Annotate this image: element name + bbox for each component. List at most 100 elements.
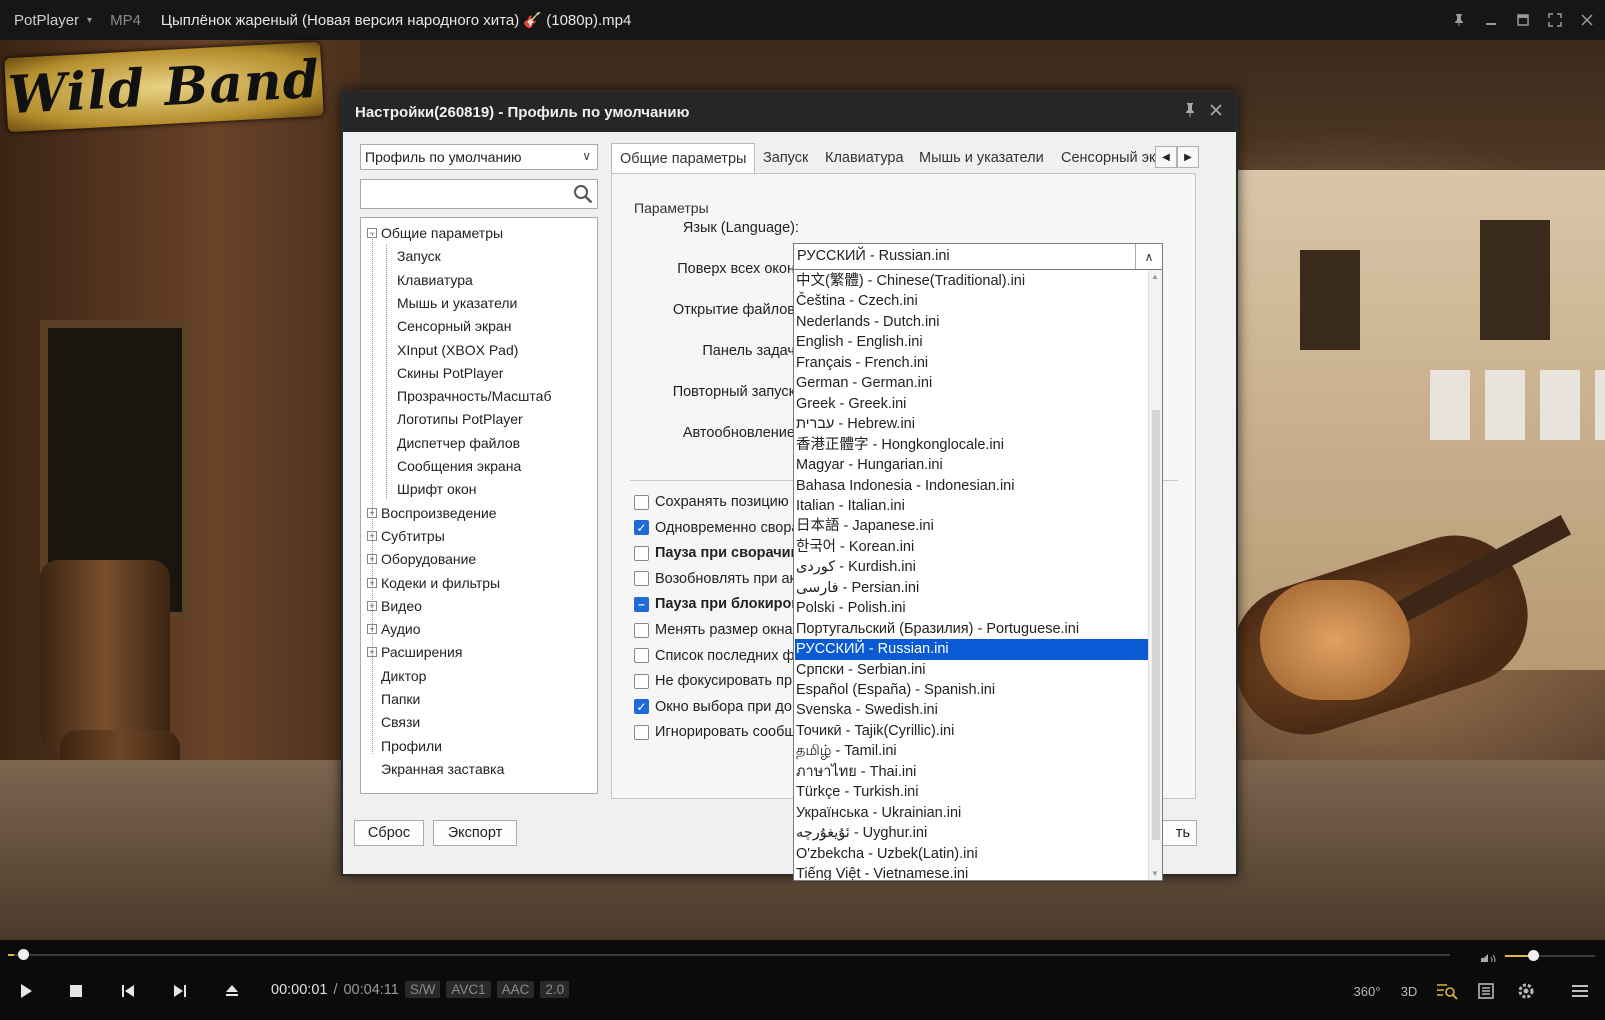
search-input[interactable]: [360, 179, 598, 209]
language-option[interactable]: Türkçe - Turkish.ini: [795, 782, 1150, 803]
tree-item[interactable]: Скины PotPlayer: [397, 362, 503, 384]
vr-360-icon[interactable]: 360°: [1352, 980, 1382, 1002]
checkbox-unchecked-icon[interactable]: [634, 673, 649, 689]
eject-icon[interactable]: [220, 980, 244, 1002]
language-option[interactable]: Greek - Greek.ini: [795, 394, 1150, 415]
language-option[interactable]: ئۇيغۇرچە - Uyghur.ini: [795, 823, 1150, 844]
language-option[interactable]: فارسی - Persian.ini: [795, 578, 1150, 599]
tree-item[interactable]: − Общие параметры: [367, 222, 503, 244]
decoder-tag[interactable]: S/W: [404, 981, 441, 998]
language-option[interactable]: German - German.ini: [795, 373, 1150, 394]
settings-tab[interactable]: Клавиатура: [825, 143, 904, 173]
tree-item[interactable]: + Воспроизведение: [367, 502, 497, 524]
close-icon[interactable]: [1579, 12, 1595, 28]
settings-tab[interactable]: Сенсорный эк: [1061, 143, 1155, 173]
tree-item[interactable]: + Видео: [367, 595, 422, 617]
tree-item[interactable]: Диспетчер файлов: [397, 432, 520, 454]
language-option[interactable]: English - English.ini: [795, 332, 1150, 353]
language-option[interactable]: Tiếng Việt - Vietnamese.ini: [795, 864, 1150, 880]
language-option[interactable]: 香港正體字 - Hongkonglocale.ini: [795, 435, 1150, 456]
scrollbar-thumb[interactable]: [1152, 410, 1160, 840]
tree-item[interactable]: Сенсорный экран: [397, 315, 511, 337]
play-icon[interactable]: [14, 980, 38, 1002]
settings-tab[interactable]: Запуск: [763, 143, 808, 173]
checkbox-unchecked-icon[interactable]: [634, 571, 649, 587]
seek-track[interactable]: [8, 954, 1450, 956]
language-option[interactable]: Français - French.ini: [795, 353, 1150, 374]
language-option[interactable]: Португальский (Бразилия) - Portuguese.in…: [795, 619, 1150, 640]
language-option[interactable]: O'zbekcha - Uzbek(Latin).ini: [795, 844, 1150, 865]
language-option[interactable]: 日本語 - Japanese.ini: [795, 516, 1150, 537]
tree-item[interactable]: Прозрачность/Масштаб: [397, 385, 551, 407]
tree-item[interactable]: + Кодеки и фильтры: [367, 572, 500, 594]
seek-handle[interactable]: [17, 949, 29, 960]
checkbox-unchecked-icon[interactable]: [634, 724, 649, 740]
tree-item[interactable]: Логотипы PotPlayer: [397, 408, 523, 430]
option-checkbox[interactable]: Пауза при сворачив: [634, 542, 804, 564]
profile-select[interactable]: Профиль по умолчанию ∨: [360, 144, 598, 170]
checkbox-unchecked-icon[interactable]: [634, 494, 649, 510]
pin-icon[interactable]: [1182, 102, 1198, 123]
menu-icon[interactable]: [1568, 980, 1592, 1002]
option-checkbox[interactable]: Возобновлять при ак: [634, 568, 804, 590]
stop-icon[interactable]: [64, 980, 88, 1002]
tree-item[interactable]: + Оборудование: [367, 548, 476, 570]
language-option[interactable]: தமிழ் - Tamil.ini: [795, 741, 1150, 762]
tree-item[interactable]: Экранная заставка: [381, 758, 504, 780]
language-select[interactable]: РУССКИЙ - Russian.ini ∧: [793, 243, 1163, 270]
option-checkbox[interactable]: Менять размер окна: [634, 619, 804, 641]
checkbox-unchecked-icon[interactable]: [634, 545, 649, 561]
tab-scroll-left-icon[interactable]: ◀: [1155, 146, 1177, 168]
language-option[interactable]: Čeština - Czech.ini: [795, 291, 1150, 312]
option-checkbox[interactable]: Игнорировать сообщ: [634, 721, 804, 743]
tree-item[interactable]: Папки: [381, 688, 420, 710]
tree-item[interactable]: Диктор: [381, 665, 426, 687]
language-option[interactable]: Polski - Polish.ini: [795, 598, 1150, 619]
minimize-icon[interactable]: [1483, 12, 1499, 28]
3d-icon[interactable]: 3D: [1396, 980, 1422, 1002]
tree-item[interactable]: Запуск: [397, 245, 441, 267]
export-button[interactable]: Экспорт: [433, 820, 517, 846]
gear-icon[interactable]: [1514, 980, 1538, 1002]
tree-item[interactable]: Связи: [381, 711, 420, 733]
checkbox-unchecked-icon[interactable]: [634, 648, 649, 664]
language-option[interactable]: 中文(繁體) - Chinese(Traditional).ini: [795, 271, 1150, 292]
language-option[interactable]: ภาษาไทย - Thai.ini: [795, 762, 1150, 783]
chevron-up-icon[interactable]: ∧: [1135, 244, 1162, 269]
previous-icon[interactable]: [116, 980, 140, 1002]
scroll-down-icon[interactable]: ▼: [1151, 869, 1159, 878]
language-option[interactable]: Español (España) - Spanish.ini: [795, 680, 1150, 701]
language-list-scrollbar[interactable]: ▲ ▼: [1148, 270, 1162, 880]
checkbox-checked-icon[interactable]: ✓: [634, 520, 649, 536]
scroll-up-icon[interactable]: ▲: [1151, 272, 1159, 281]
app-menu-button[interactable]: PotPlayer ▾: [0, 12, 92, 29]
language-option[interactable]: Magyar - Hungarian.ini: [795, 455, 1150, 476]
language-option[interactable]: РУССКИЙ - Russian.ini: [795, 639, 1150, 660]
tree-item[interactable]: Мышь и указатели: [397, 292, 517, 314]
tree-item[interactable]: XInput (XBOX Pad): [397, 339, 518, 361]
language-option[interactable]: Nederlands - Dutch.ini: [795, 312, 1150, 333]
language-option[interactable]: Italian - Italian.ini: [795, 496, 1150, 517]
language-option[interactable]: کوردی - Kurdish.ini: [795, 557, 1150, 578]
audio-codec-tag[interactable]: AAC: [496, 981, 535, 998]
fullscreen-icon[interactable]: [1547, 12, 1563, 28]
tree-item[interactable]: + Субтитры: [367, 525, 445, 547]
option-checkbox[interactable]: Не фокусировать при: [634, 670, 804, 692]
option-checkbox[interactable]: ✓ Одновременно свора: [634, 517, 804, 539]
language-option[interactable]: Српски - Serbian.ini: [795, 660, 1150, 681]
tree-item[interactable]: Шрифт окон: [397, 478, 477, 500]
tree-item[interactable]: Клавиатура: [397, 269, 473, 291]
settings-tab[interactable]: Мышь и указатели: [919, 143, 1044, 173]
checkbox-indeterminate-icon[interactable]: –: [634, 596, 649, 612]
video-codec-tag[interactable]: AVC1: [446, 981, 491, 998]
tab-scroll-right-icon[interactable]: ▶: [1177, 146, 1199, 168]
checkbox-unchecked-icon[interactable]: [634, 622, 649, 638]
tree-item[interactable]: + Аудио: [367, 618, 421, 640]
option-checkbox[interactable]: Список последних фа: [634, 645, 804, 667]
language-option[interactable]: Bahasa Indonesia - Indonesian.ini: [795, 476, 1150, 497]
option-checkbox[interactable]: Сохранять позицию п: [634, 491, 804, 513]
next-icon[interactable]: [168, 980, 192, 1002]
seek-bar[interactable]: [0, 940, 1605, 962]
checkbox-checked-icon[interactable]: ✓: [634, 699, 649, 715]
tree-item[interactable]: + Расширения: [367, 641, 462, 663]
